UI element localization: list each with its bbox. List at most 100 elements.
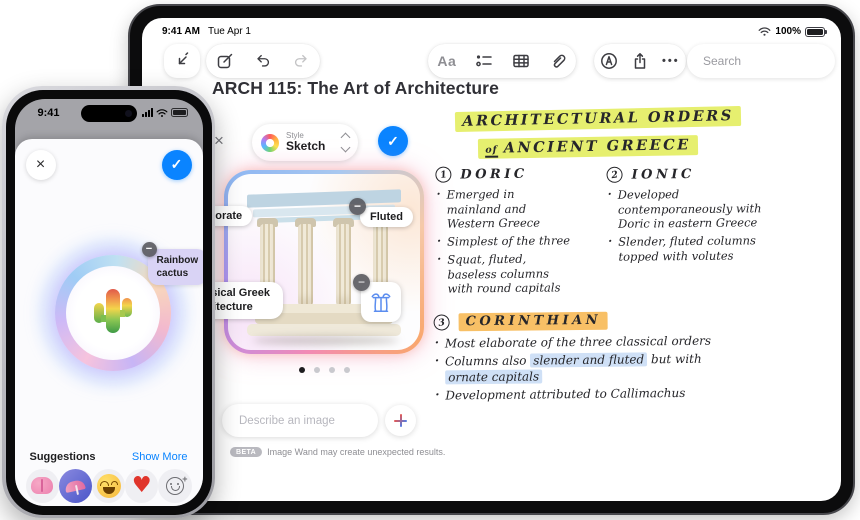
ipad-status-bar-left: 9:41 AM Tue Apr 1 [162,26,251,37]
close-icon: × [35,155,46,173]
genmoji-accept-button[interactable]: ✓ [161,149,192,180]
circled-number-3: 3 [432,313,451,332]
iphone-bezel: 9:41 × ✓ − Rainbow cactus Suggestions Sh… [5,89,212,515]
style-picker[interactable]: Style Sketch [252,124,358,161]
corinthian-bullet-2: Columns also slender and fluted but with… [434,352,734,386]
describe-image-field[interactable] [222,404,393,437]
suggestion-laughing-emoji[interactable] [91,468,126,503]
suggestions-label: Suggestions [29,450,96,463]
handwritten-of: of [485,144,498,158]
corinthian-bullet-3: Development attributed to Callimachus [434,386,734,405]
remove-reference-minus-icon[interactable]: − [353,274,370,291]
undo-icon[interactable] [254,52,272,70]
ionic-heading: 2 IONIC [605,165,774,184]
rainbow-cactus-emoji [91,287,135,339]
ipad-device: 9:41 AM Tue Apr 1 100% Aa ••• Search ARC… [128,4,855,515]
table-icon[interactable] [512,52,530,70]
compose-icon[interactable] [216,52,234,70]
corinthian-section: 3 CORINTHIAN Most elaborate of the three… [432,310,735,407]
capital-sketch-icon [371,293,391,312]
emoji-suggestions-row: ♥ + [25,468,192,503]
image-wand-accept-button[interactable]: ✓ [378,126,408,156]
image-pagination-dots[interactable] [290,367,358,373]
chevron-up-down-icon [340,132,351,153]
iphone-status-time: 9:41 [37,106,60,119]
search-field[interactable] [687,44,841,78]
battery-icon [170,108,188,117]
suggestions-header: Suggestions Show More [30,451,188,463]
reference-sketch-thumbnail[interactable]: − [353,274,401,322]
generated-column-image [228,174,420,350]
wifi-icon [758,27,771,36]
describe-image-input[interactable] [239,414,393,427]
stage: 9:41 AM Tue Apr 1 100% Aa ••• Search ARC… [0,0,860,520]
tag-line-1: Rainbow [156,254,199,266]
show-more-link[interactable]: Show More [132,451,188,463]
doric-section: 1 DORIC Emerged in mainland and Western … [434,165,571,299]
note-title: ARCH 115: The Art of Architecture [212,78,499,98]
ionic-section: 2 IONIC Developed contemporaneously with… [605,165,775,267]
share-icon[interactable] [631,52,649,70]
style-picker-text: Style Sketch [286,131,335,154]
genmoji-close-button[interactable]: × [25,149,56,180]
search-input[interactable] [703,54,841,68]
ipad-status-date: Tue Apr 1 [207,26,251,37]
beta-disclaimer-text: Image Wand may create unexpected results… [267,447,446,457]
generated-image-card[interactable] [224,170,424,354]
add-image-prompt-button[interactable] [385,405,416,436]
battery-percent-label: 100% [775,26,801,37]
corinthian-title: CORINTHIAN [458,311,609,332]
collapse-arrows-icon [178,52,189,65]
paperclip-icon[interactable] [549,52,567,70]
doric-title: DORIC [460,166,528,182]
close-icon: × [214,131,224,150]
suggestion-brain-emoji[interactable] [25,468,59,503]
ipad-screen: 9:41 AM Tue Apr 1 100% Aa ••• Search ARC… [142,18,841,501]
redo-icon[interactable] [292,52,310,70]
remove-prompt-minus-icon[interactable]: − [141,241,157,257]
iphone-device: 9:41 × ✓ − Rainbow cactus Suggestions Sh… [2,86,215,518]
ionic-title: IONIC [631,166,695,183]
dynamic-island [80,104,137,122]
suggestion-heart-emoji[interactable]: ♥ [125,468,159,503]
style-swirl-icon [261,133,279,152]
check-icon: ✓ [170,156,183,172]
corinthian-bullet-1: Most elaborate of the three classical or… [434,333,734,352]
circled-number-2: 2 [605,165,624,184]
markup-pen-icon[interactable] [600,52,618,70]
battery-icon [805,26,827,37]
iphone-status-icons [141,108,188,118]
check-icon: ✓ [387,132,399,149]
beta-badge: BETA [230,447,263,457]
circled-number-1: 1 [434,165,453,184]
ipad-status-bar-right: 100% [758,26,827,37]
collapse-toolbar-button[interactable] [164,44,200,78]
edit-toolbar-group [206,44,320,78]
corinthian-heading: 3 CORINTHIAN [432,310,734,332]
image-tag-fluted-label: Fluted [370,211,403,223]
highlighted-phrase-2: ornate capitals [445,369,543,385]
tools-toolbar-group: ••• [594,44,686,78]
text-style-button[interactable]: Aa [437,53,456,69]
image-tag-fluted[interactable]: − Fluted [349,198,413,227]
wifi-icon [156,108,167,117]
ionic-bullet-2: Slender, fluted columns topped with volu… [607,233,775,264]
doric-bullet-1: Emerged in mainland and Western Greece [436,186,571,232]
genmoji-sheet: × ✓ − Rainbow cactus Suggestions Show Mo… [14,138,203,506]
add-emoji-button[interactable]: + [158,468,192,503]
ipad-status-time: 9:41 AM [162,26,200,37]
style-value: Sketch [286,139,326,154]
remove-tag-minus-icon[interactable]: − [349,198,366,215]
genmoji-prompt-tag[interactable]: − Rainbow cactus [141,241,203,285]
suggestion-umbrella-emoji-selected[interactable] [58,468,92,503]
checklist-icon[interactable] [475,52,493,70]
tag-line-2: cactus [156,267,189,279]
ionic-bullet-1: Developed contemporaneously with Doric i… [607,186,775,232]
image-wand-beta-note: BETA Image Wand may create unexpected re… [230,447,445,457]
doric-bullet-2: Simplest of the three [436,233,571,249]
more-options-button[interactable]: ••• [662,55,680,67]
doric-bullet-3: Squat, fluted, baseless columns with rou… [436,251,571,297]
handwritten-title-line2: of ANCIENT GREECE [448,135,728,159]
highlighted-phrase-1: slender and fluted [530,352,648,368]
cellular-signal-icon [141,108,153,117]
